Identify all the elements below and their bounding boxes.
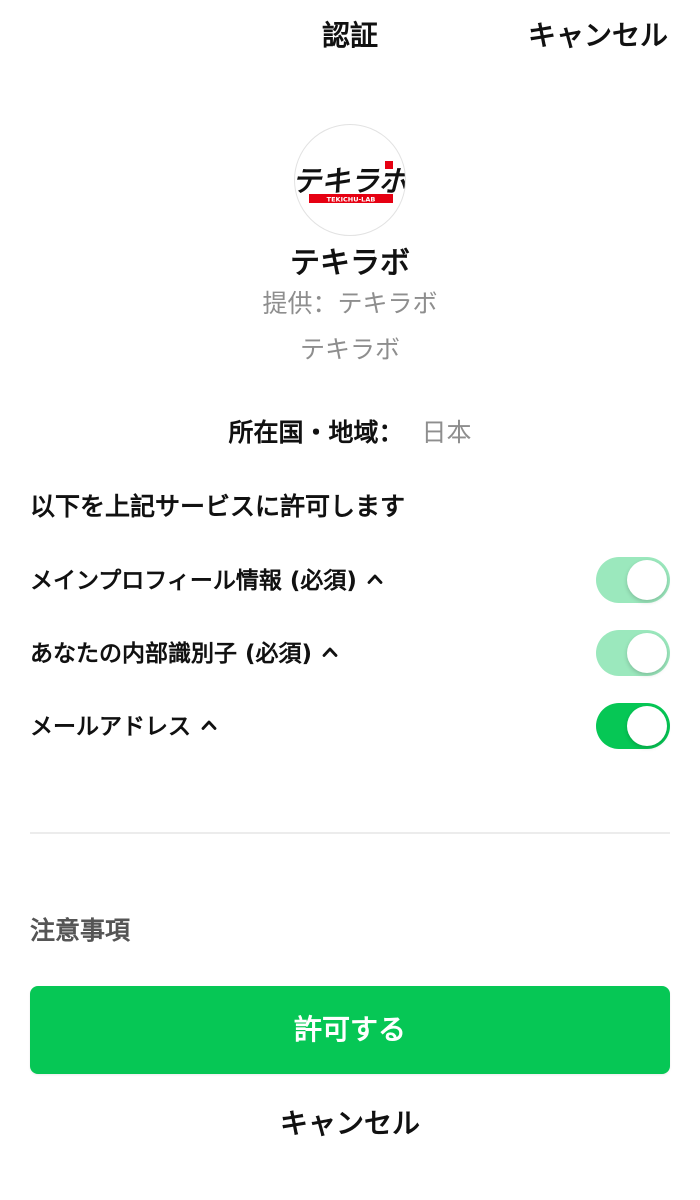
- toggle-knob: [627, 706, 667, 746]
- region-label: 所在国・地域：: [228, 418, 404, 447]
- chevron-up-icon[interactable]: [201, 719, 217, 731]
- cancel-button[interactable]: キャンセル: [0, 1102, 700, 1146]
- permission-row-email: メールアドレス: [30, 703, 670, 751]
- app-provider: 提供：テキラボ: [262, 289, 438, 318]
- permission-label-text: メールアドレス: [30, 714, 191, 740]
- email-toggle[interactable]: [596, 703, 670, 749]
- chevron-up-icon[interactable]: [367, 573, 383, 585]
- permission-row-main-profile: メインプロフィール情報 (必須): [30, 557, 670, 605]
- logo-subtext: TEKICHU-LAB: [327, 196, 376, 204]
- permission-label[interactable]: あなたの内部識別子 (必須): [30, 635, 338, 673]
- app-logo: テキラボ TEKICHU-LAB: [294, 124, 406, 236]
- section-divider: [30, 832, 670, 834]
- logo-text: テキラボ: [295, 164, 406, 198]
- permission-row-internal-id: あなたの内部識別子 (必須): [30, 630, 670, 678]
- toggle-knob: [627, 560, 667, 600]
- tekilab-logo-icon: テキラボ TEKICHU-LAB: [295, 161, 406, 204]
- notes-link[interactable]: 注意事項: [30, 912, 130, 950]
- toggle-knob: [627, 633, 667, 673]
- main-profile-toggle[interactable]: [596, 557, 670, 603]
- internal-id-toggle[interactable]: [596, 630, 670, 676]
- chevron-up-icon[interactable]: [322, 646, 338, 658]
- region-row: 所在国・地域： 日本: [0, 414, 700, 455]
- header-cancel-button[interactable]: キャンセル: [528, 14, 668, 58]
- permission-label-text: あなたの内部識別子 (必須): [30, 641, 313, 667]
- app-name: テキラボ: [290, 246, 410, 281]
- logo-red-square: [385, 161, 393, 169]
- allow-button[interactable]: 許可する: [30, 986, 670, 1074]
- permission-label-text: メインプロフィール情報 (必須): [30, 568, 357, 594]
- region-value: 日本: [421, 418, 472, 447]
- permission-label[interactable]: メールアドレス: [30, 708, 217, 746]
- permissions-heading: 以下を上記サービスに許可します: [30, 492, 406, 521]
- app-description: テキラボ: [299, 335, 400, 364]
- permission-label[interactable]: メインプロフィール情報 (必須): [30, 562, 383, 600]
